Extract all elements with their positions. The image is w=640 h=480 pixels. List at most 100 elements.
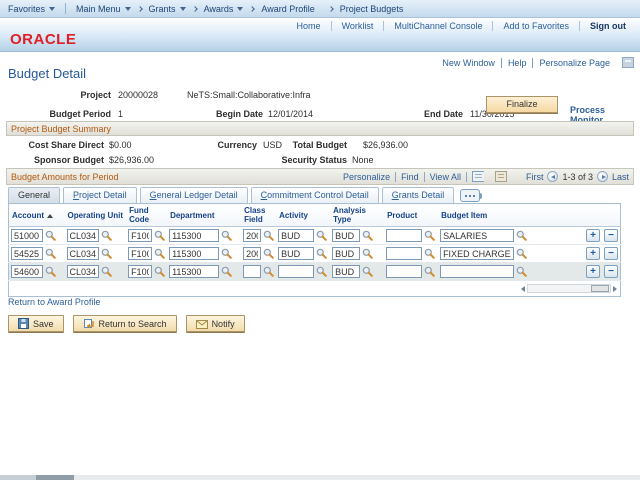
lookup-icon[interactable]: [362, 248, 373, 259]
personalize-layout-icon[interactable]: [622, 57, 634, 68]
department-input[interactable]: [169, 247, 220, 260]
worklist-link[interactable]: Worklist: [330, 21, 384, 31]
add-row-button[interactable]: +: [586, 265, 601, 278]
sign-out-link[interactable]: Sign out: [579, 21, 636, 31]
add-to-favorites-link[interactable]: Add to Favorites: [492, 21, 579, 31]
lookup-icon[interactable]: [424, 230, 435, 241]
previous-page-icon[interactable]: [547, 171, 559, 182]
lookup-icon[interactable]: [362, 266, 373, 277]
lookup-icon[interactable]: [45, 230, 56, 241]
lookup-icon[interactable]: [263, 248, 274, 259]
lookup-icon[interactable]: [516, 248, 527, 259]
lookup-icon[interactable]: [221, 266, 232, 277]
scroll-left-icon[interactable]: [521, 285, 526, 292]
tab-grants-detail[interactable]: Grants Detail: [381, 187, 455, 203]
delete-row-button[interactable]: −: [604, 247, 619, 260]
activity-input[interactable]: [278, 265, 315, 278]
activity-input[interactable]: [278, 247, 315, 260]
lookup-icon[interactable]: [424, 248, 435, 259]
scrollbar-thumb[interactable]: [36, 475, 74, 480]
lookup-icon[interactable]: [316, 248, 327, 259]
lookup-icon[interactable]: [362, 230, 373, 241]
download-to-excel-icon[interactable]: [471, 171, 484, 182]
operating-unit-input[interactable]: [66, 265, 99, 278]
lookup-icon[interactable]: [221, 230, 232, 241]
account-input[interactable]: [11, 265, 43, 278]
class-field-input[interactable]: [243, 229, 262, 242]
multichannel-console-link[interactable]: MultiChannel Console: [383, 21, 492, 31]
budget-item-input[interactable]: [440, 265, 515, 278]
breadcrumb-award-profile[interactable]: Award Profile: [261, 4, 314, 14]
lookup-icon[interactable]: [101, 266, 112, 277]
lookup-icon[interactable]: [45, 248, 56, 259]
window-horizontal-scrollbar[interactable]: [0, 475, 640, 480]
column-header-account[interactable]: Account: [8, 203, 65, 227]
last-link[interactable]: Last: [612, 172, 629, 182]
first-link[interactable]: First: [526, 172, 544, 182]
find-link[interactable]: Find: [396, 171, 425, 182]
lookup-icon[interactable]: [316, 230, 327, 241]
home-link[interactable]: Home: [287, 21, 331, 31]
lookup-icon[interactable]: [101, 248, 112, 259]
fund-code-input[interactable]: [128, 247, 153, 260]
operating-unit-input[interactable]: [66, 229, 99, 242]
department-input[interactable]: [169, 229, 220, 242]
class-field-input[interactable]: [243, 265, 262, 278]
personalize-page-link[interactable]: Personalize Page: [533, 58, 616, 68]
next-page-icon[interactable]: [596, 171, 608, 182]
account-input[interactable]: [11, 247, 43, 260]
product-input[interactable]: [386, 265, 423, 278]
class-field-input[interactable]: [243, 247, 262, 260]
scrollbar-thumb[interactable]: [591, 285, 610, 292]
lookup-icon[interactable]: [263, 230, 274, 241]
lookup-icon[interactable]: [221, 248, 232, 259]
grid-horizontal-scrollbar[interactable]: [521, 283, 618, 294]
lookup-icon[interactable]: [45, 266, 56, 277]
notify-button[interactable]: Notify: [185, 315, 245, 332]
save-button[interactable]: Save: [8, 315, 64, 332]
tab-general[interactable]: General: [8, 187, 61, 203]
analysis-type-input[interactable]: [332, 265, 361, 278]
add-row-button[interactable]: +: [586, 229, 601, 242]
operating-unit-input[interactable]: [66, 247, 99, 260]
activity-input[interactable]: [278, 229, 315, 242]
lookup-icon[interactable]: [101, 230, 112, 241]
lookup-icon[interactable]: [154, 248, 165, 259]
breadcrumb-awards[interactable]: Awards: [204, 4, 244, 14]
personalize-link[interactable]: Personalize: [338, 171, 397, 182]
lookup-icon[interactable]: [263, 266, 274, 277]
lookup-icon[interactable]: [154, 266, 165, 277]
view-all-link[interactable]: View All: [425, 171, 467, 182]
analysis-type-input[interactable]: [332, 229, 361, 242]
breadcrumb-main-menu[interactable]: Main Menu: [76, 4, 131, 14]
analysis-type-input[interactable]: [332, 247, 361, 260]
breadcrumb-project-budgets[interactable]: Project Budgets: [340, 4, 404, 14]
add-row-button[interactable]: +: [586, 247, 601, 260]
zoom-grid-icon[interactable]: [494, 171, 507, 182]
return-to-award-profile-link[interactable]: Return to Award Profile: [8, 297, 100, 307]
scroll-right-icon[interactable]: [613, 285, 618, 292]
delete-row-button[interactable]: −: [604, 265, 619, 278]
lookup-icon[interactable]: [516, 266, 527, 277]
breadcrumb-favorites[interactable]: Favorites: [8, 4, 56, 14]
lookup-icon[interactable]: [316, 266, 327, 277]
lookup-icon[interactable]: [516, 230, 527, 241]
tab-project-detail[interactable]: Project Detail: [63, 187, 137, 203]
budget-item-input[interactable]: [440, 247, 515, 260]
delete-row-button[interactable]: −: [604, 229, 619, 242]
help-link[interactable]: Help: [502, 57, 534, 68]
tab-general-ledger-detail[interactable]: General Ledger Detail: [139, 187, 248, 203]
account-input[interactable]: [11, 229, 43, 242]
breadcrumb-grants[interactable]: Grants: [149, 4, 186, 14]
show-all-columns-icon[interactable]: [460, 189, 483, 202]
tab-commitment-control-detail[interactable]: Commitment Control Detail: [250, 187, 379, 203]
finalize-button[interactable]: Finalize: [486, 96, 558, 113]
return-to-search-button[interactable]: Return to Search: [72, 315, 177, 332]
new-window-link[interactable]: New Window: [436, 57, 502, 68]
product-input[interactable]: [386, 229, 423, 242]
lookup-icon[interactable]: [424, 266, 435, 277]
fund-code-input[interactable]: [128, 265, 153, 278]
fund-code-input[interactable]: [128, 229, 153, 242]
lookup-icon[interactable]: [154, 230, 165, 241]
budget-item-input[interactable]: [440, 229, 515, 242]
